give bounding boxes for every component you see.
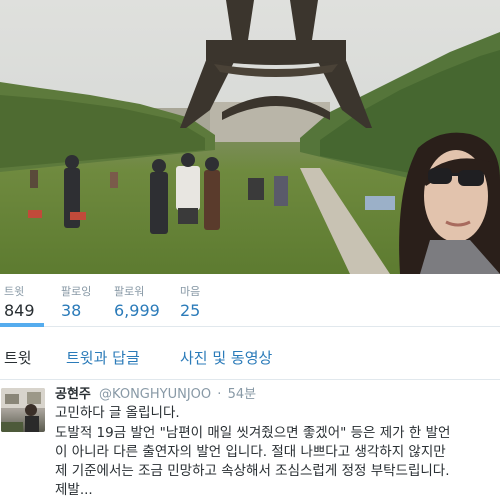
tab-tweets[interactable]: 트윗 (4, 348, 32, 368)
tweet-text-line: 이 아니라 다른 출연자의 발언 입니다. 절대 나쁘다고 생각하지 않지만 (55, 444, 446, 460)
tweet-separator: · (217, 387, 222, 402)
tweet-timestamp[interactable]: 54분 (228, 387, 257, 402)
stat-following[interactable]: 팔로잉 38 (61, 285, 91, 322)
profile-stats-bar: 트윗 849 팔로잉 38 팔로워 6,999 마음 25 (0, 274, 500, 327)
stat-label: 팔로워 (114, 285, 145, 298)
profile-header-photo[interactable] (0, 0, 500, 274)
stat-value: 38 (61, 301, 82, 320)
stat-likes[interactable]: 마음 25 (180, 285, 200, 322)
stat-label: 마음 (180, 285, 201, 298)
tweet-text-line: 제발... (55, 482, 93, 498)
stat-followers[interactable]: 팔로워 6,999 (114, 285, 160, 322)
gravel-path (300, 168, 390, 274)
avatar-photo (1, 388, 45, 432)
tab-tweets-and-replies[interactable]: 트윗과 답글 (66, 348, 140, 368)
timeline-tabs: 트윗 트윗과 답글 사진 및 동영상 (0, 339, 500, 380)
tweet-author-handle[interactable]: @KONGHYUNJOO (99, 387, 211, 402)
tweet-text-line: 도발적 19금 발언 "남편이 매일 씻겨줬으면 좋겠어" 등은 제가 한 발언 (55, 425, 451, 441)
stat-value: 6,999 (114, 301, 160, 320)
sunglasses-icon (428, 168, 452, 184)
stat-label: 트윗 (4, 285, 25, 298)
tweet-header: 공현주 @KONGHYUNJOO · 54분 (55, 386, 256, 404)
stat-tweets[interactable]: 트윗 849 (4, 285, 35, 322)
stat-label: 팔로잉 (61, 285, 92, 298)
stat-value: 25 (180, 301, 201, 320)
tweet-text-line: 제 기준에서는 조금 민망하고 속상해서 조심스럽게 정정 부탁드립니다. (55, 463, 450, 479)
avatar[interactable] (1, 388, 45, 432)
tweet-text-line: 고민하다 글 올립니다. (55, 405, 180, 421)
tweet-author-name[interactable]: 공현주 (55, 387, 91, 402)
left-trees-shadow (0, 95, 205, 168)
active-stat-indicator (0, 323, 44, 327)
header-photo-illustration (0, 0, 500, 274)
tweet[interactable]: 공현주 @KONGHYUNJOO · 54분 고민하다 글 올립니다. 도발적 … (0, 380, 500, 504)
stat-value: 849 (4, 301, 35, 320)
tab-photos-and-videos[interactable]: 사진 및 동영상 (180, 348, 272, 368)
